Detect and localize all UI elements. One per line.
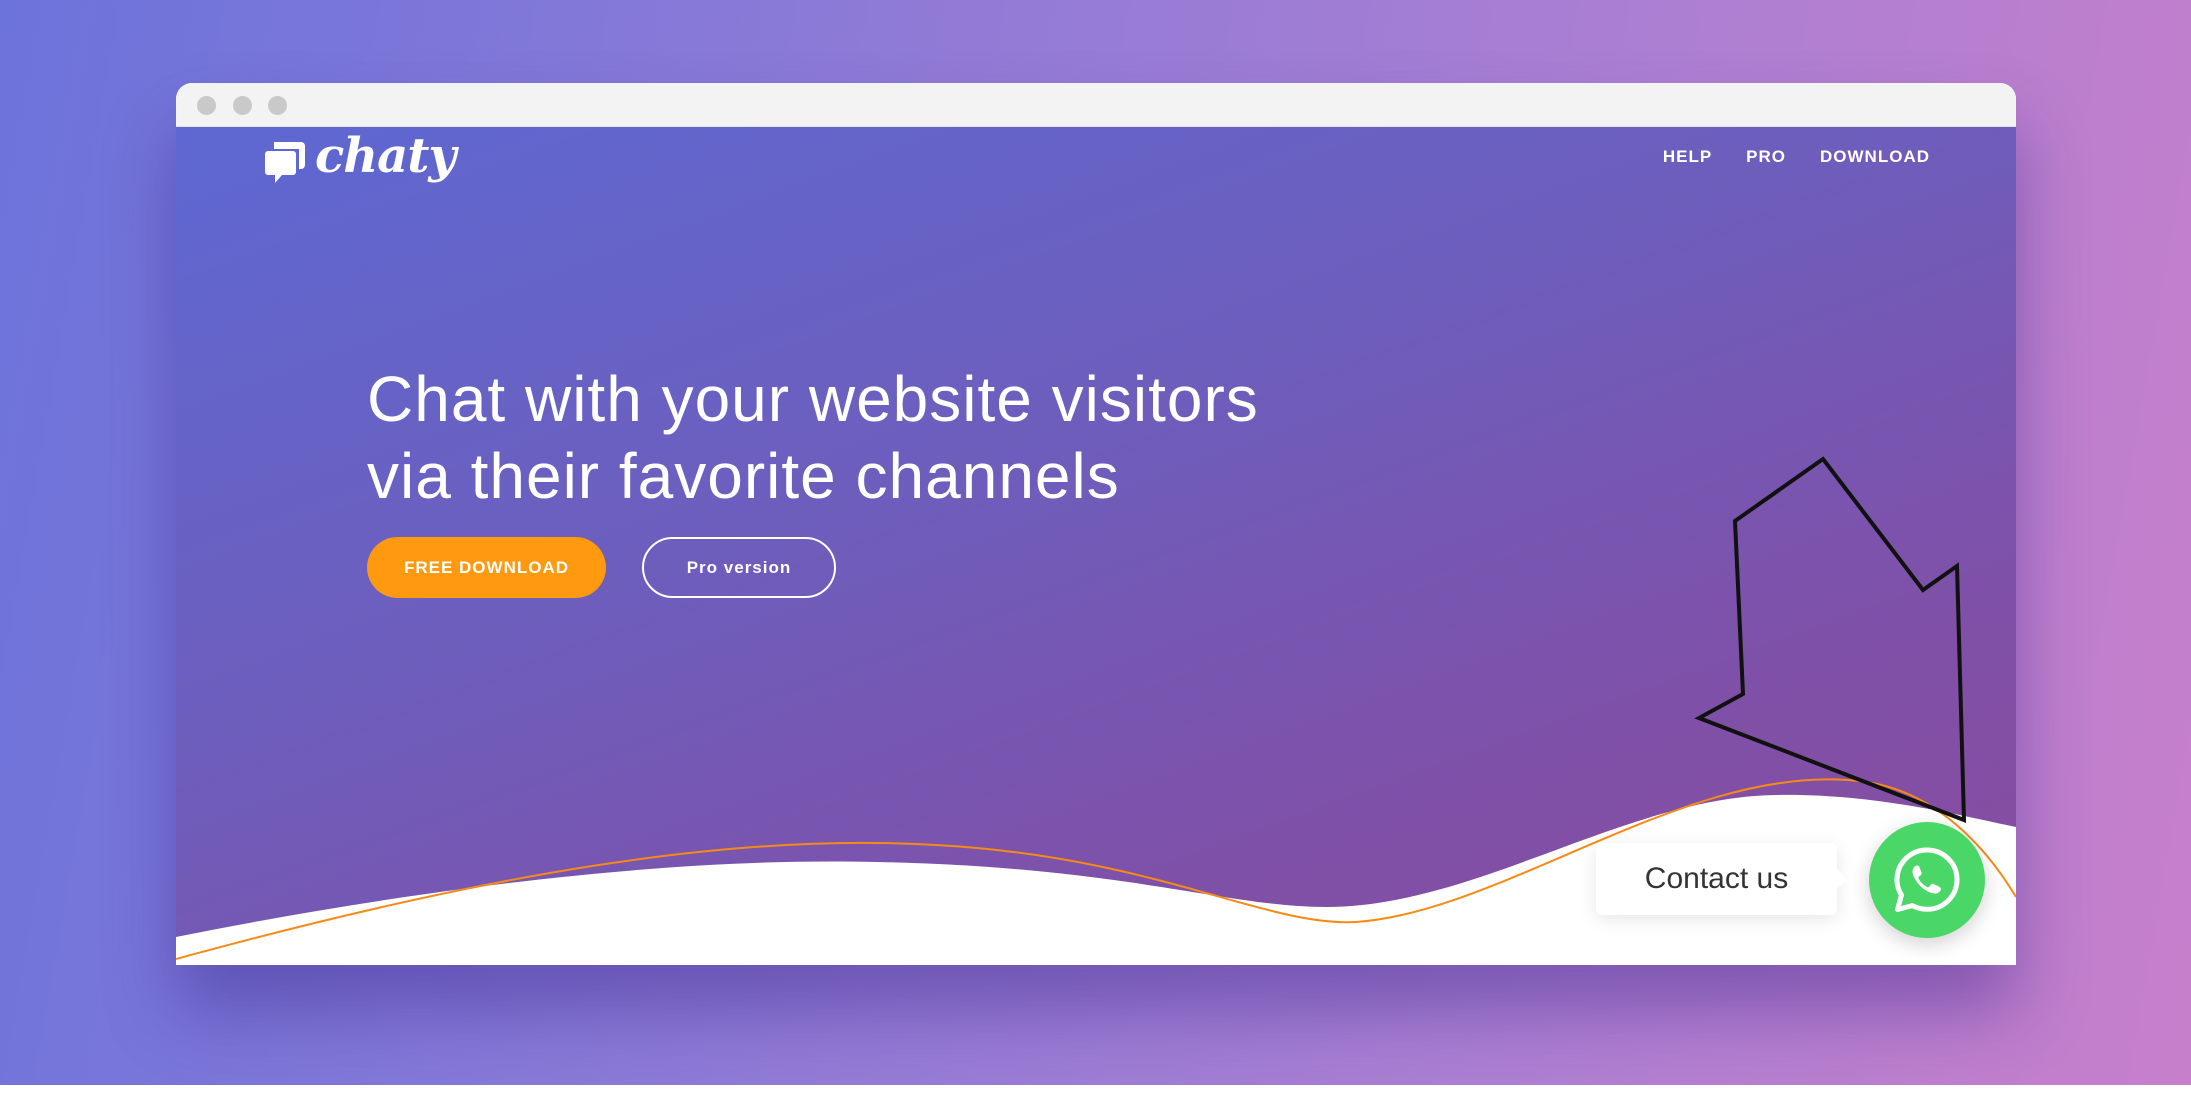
headline-line-1: Chat with your website visitors	[367, 363, 1259, 435]
whatsapp-chat-button[interactable]	[1869, 822, 1985, 938]
pro-version-button[interactable]: Pro version	[642, 537, 836, 598]
chat-bubbles-icon	[265, 142, 305, 183]
window-close-dot[interactable]	[197, 96, 216, 115]
free-download-button[interactable]: FREE DOWNLOAD	[367, 537, 606, 598]
contact-us-tooltip[interactable]: Contact us	[1596, 843, 1847, 915]
window-minimize-dot[interactable]	[233, 96, 252, 115]
browser-titlebar	[176, 83, 2016, 127]
nav-download[interactable]: DOWNLOAD	[1820, 147, 1930, 167]
browser-window: chaty HELP PRO DOWNLOAD Chat with your w…	[176, 83, 2016, 965]
headline-line-2: via their favorite channels	[367, 440, 1120, 512]
chaty-logo[interactable]: chaty	[265, 127, 456, 197]
landing-page: chaty HELP PRO DOWNLOAD Chat with your w…	[176, 127, 2016, 965]
logo-wordmark: chaty	[315, 128, 456, 184]
whatsapp-icon	[1894, 847, 1960, 912]
nav-pro[interactable]: PRO	[1746, 147, 1786, 167]
background-stage: chaty HELP PRO DOWNLOAD Chat with your w…	[0, 0, 2191, 1085]
nav-help[interactable]: HELP	[1663, 147, 1712, 167]
top-nav: HELP PRO DOWNLOAD	[1663, 147, 1930, 167]
hero-headline: Chat with your website visitors via thei…	[367, 361, 1259, 515]
window-maximize-dot[interactable]	[268, 96, 287, 115]
